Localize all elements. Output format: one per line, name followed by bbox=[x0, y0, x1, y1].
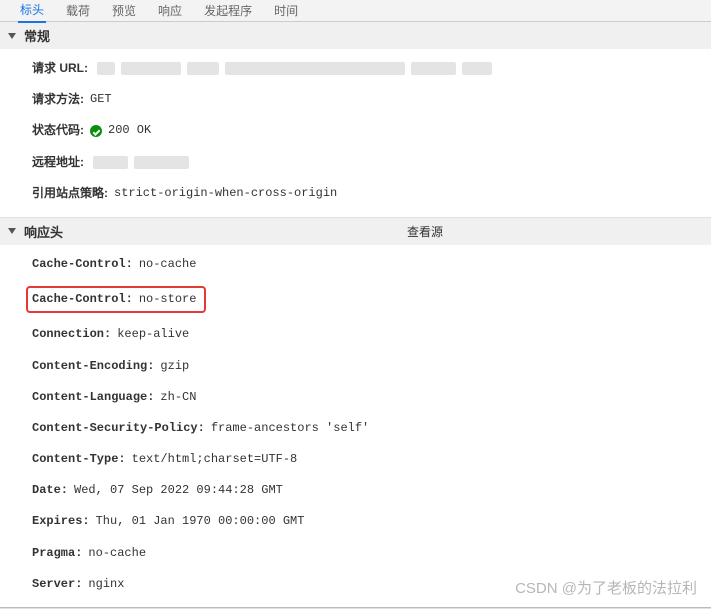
header-value: no-cache bbox=[88, 544, 146, 563]
header-name: Server: bbox=[32, 575, 82, 594]
header-row: Content-Language: zh-CN bbox=[32, 382, 711, 413]
header-row: Content-Security-Policy: frame-ancestors … bbox=[32, 413, 711, 444]
header-name: Cache-Control: bbox=[32, 255, 133, 274]
status-code-row: 状态代码: 200 OK bbox=[32, 115, 711, 146]
response-headers-header[interactable]: 响应头 查看源 bbox=[0, 218, 711, 245]
header-name: Content-Type: bbox=[32, 450, 126, 469]
header-row: Content-Type: text/html;charset=UTF-8 bbox=[32, 444, 711, 475]
header-name: Content-Encoding: bbox=[32, 357, 154, 376]
header-row: Cache-Control: no-cache bbox=[32, 249, 711, 280]
redacted-value bbox=[462, 62, 492, 75]
header-row: Date: Wed, 07 Sep 2022 09:44:28 GMT bbox=[32, 475, 711, 506]
remote-address-label: 远程地址: bbox=[32, 153, 84, 172]
referrer-policy-value: strict-origin-when-cross-origin bbox=[114, 184, 337, 203]
header-row: Pragma: no-cache bbox=[32, 538, 711, 569]
devtools-tabs: 标头 载荷 预览 响应 发起程序 时间 bbox=[0, 0, 711, 22]
redacted-value bbox=[187, 62, 219, 75]
view-source-link[interactable]: 查看源 bbox=[407, 223, 443, 240]
header-value: zh-CN bbox=[160, 388, 196, 407]
redacted-value bbox=[411, 62, 456, 75]
tab-initiator[interactable]: 发起程序 bbox=[202, 0, 254, 22]
referrer-policy-row: 引用站点策略: strict-origin-when-cross-origin bbox=[32, 178, 711, 209]
header-name: Date: bbox=[32, 481, 68, 500]
response-headers-title: 响应头 bbox=[24, 222, 63, 241]
header-name: Cache-Control: bbox=[32, 290, 133, 309]
request-method-row: 请求方法: GET bbox=[32, 84, 711, 115]
redacted-value bbox=[121, 62, 181, 75]
request-method-label: 请求方法: bbox=[32, 90, 84, 109]
header-row: Content-Encoding: gzip bbox=[32, 351, 711, 382]
tab-payload[interactable]: 载荷 bbox=[64, 0, 92, 22]
header-value: Wed, 07 Sep 2022 09:44:28 GMT bbox=[74, 481, 283, 500]
header-name: Expires: bbox=[32, 512, 90, 531]
general-title: 常规 bbox=[24, 26, 50, 45]
header-value: frame-ancestors 'self' bbox=[211, 419, 369, 438]
redacted-value bbox=[225, 62, 405, 75]
redacted-value bbox=[97, 62, 115, 75]
highlighted-header: Cache-Control: no-store bbox=[26, 286, 206, 313]
header-value: no-cache bbox=[139, 255, 197, 274]
tab-headers[interactable]: 标头 bbox=[18, 0, 46, 23]
header-name: Content-Security-Policy: bbox=[32, 419, 205, 438]
status-code-label: 状态代码: bbox=[32, 121, 84, 140]
header-value: Thu, 01 Jan 1970 00:00:00 GMT bbox=[96, 512, 305, 531]
header-name: Pragma: bbox=[32, 544, 82, 563]
header-row: Server: nginx bbox=[32, 569, 711, 600]
header-row: Connection: keep-alive bbox=[32, 319, 711, 350]
redacted-value bbox=[134, 156, 189, 169]
request-url-row: 请求 URL: bbox=[32, 53, 711, 84]
header-name: Content-Language: bbox=[32, 388, 154, 407]
header-value: keep-alive bbox=[117, 325, 189, 344]
header-name: Connection: bbox=[32, 325, 111, 344]
remote-address-row: 远程地址: bbox=[32, 147, 711, 178]
redacted-value bbox=[93, 156, 128, 169]
header-row: Expires: Thu, 01 Jan 1970 00:00:00 GMT bbox=[32, 506, 711, 537]
header-value: nginx bbox=[88, 575, 124, 594]
tab-response[interactable]: 响应 bbox=[156, 0, 184, 22]
response-headers-list: Cache-Control:no-cacheCache-Control: no-… bbox=[0, 245, 711, 608]
tab-timing[interactable]: 时间 bbox=[272, 0, 300, 22]
caret-down-icon bbox=[8, 228, 16, 234]
header-value: gzip bbox=[160, 357, 189, 376]
general-section: 常规 请求 URL: 请求方法: GET 状态代码: 200 OK 远程地址: … bbox=[0, 22, 711, 218]
referrer-policy-label: 引用站点策略: bbox=[32, 184, 108, 203]
header-row: Cache-Control: no-store bbox=[32, 280, 711, 319]
status-code-value: 200 OK bbox=[108, 121, 151, 140]
tab-preview[interactable]: 预览 bbox=[110, 0, 138, 22]
caret-down-icon bbox=[8, 33, 16, 39]
request-url-label: 请求 URL: bbox=[32, 59, 88, 78]
header-value: text/html;charset=UTF-8 bbox=[132, 450, 298, 469]
general-header[interactable]: 常规 bbox=[0, 22, 711, 49]
response-headers-section: 响应头 查看源 Cache-Control:no-cacheCache-Cont… bbox=[0, 218, 711, 609]
header-value: no-store bbox=[139, 290, 197, 309]
request-method-value: GET bbox=[90, 90, 112, 109]
status-ok-icon bbox=[90, 125, 102, 137]
